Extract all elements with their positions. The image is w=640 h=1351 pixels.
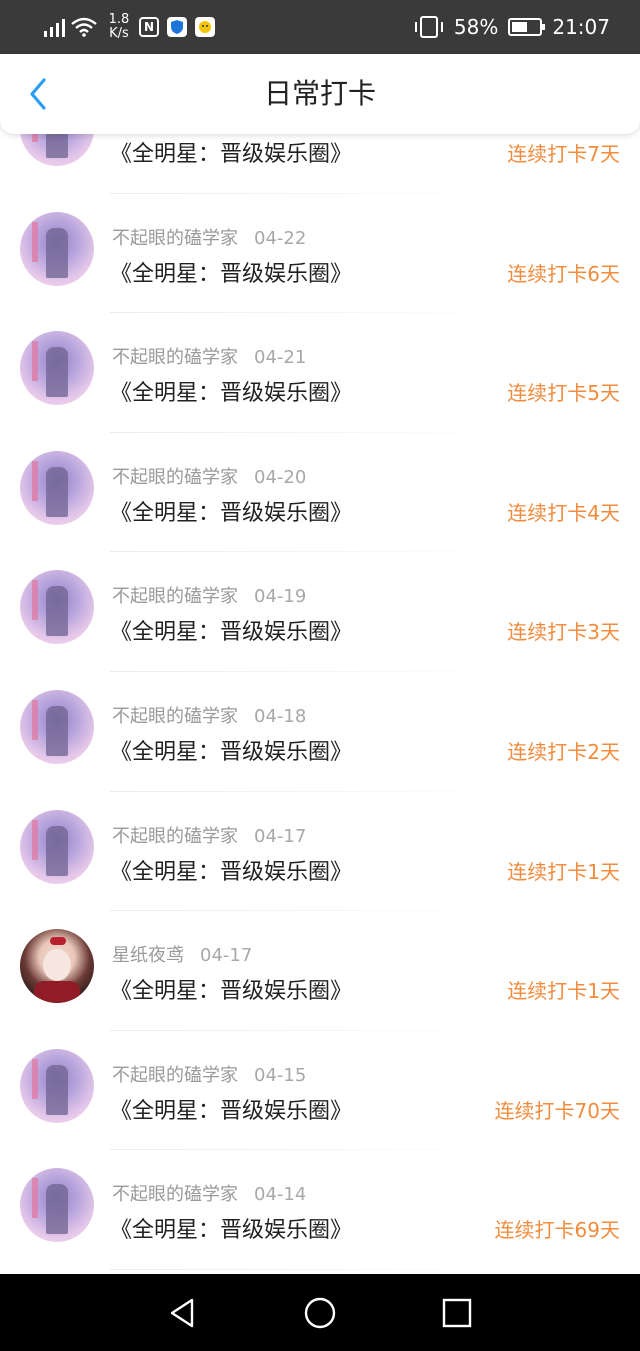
checkin-list[interactable]: 不起眼的磕学家04-23《全明星：晋级娱乐圈》连续打卡7天不起眼的磕学家04-2… xyxy=(0,134,640,1274)
nav-recent-button[interactable] xyxy=(440,1296,474,1330)
battery-percent: 58% xyxy=(453,15,499,39)
back-triangle-icon xyxy=(170,1298,194,1328)
username[interactable]: 不起眼的磕学家 xyxy=(112,586,238,607)
username[interactable]: 不起眼的磕学家 xyxy=(112,826,238,847)
book-title[interactable]: 《全明星：晋级娱乐圈》 xyxy=(110,256,352,288)
streak-label: 连续打卡6天 xyxy=(507,261,620,286)
checkin-item[interactable]: 不起眼的磕学家04-23《全明星：晋级娱乐圈》连续打卡7天 xyxy=(0,134,640,194)
status-bar: 1.8 K/s N 58% 21:07 xyxy=(0,0,640,54)
checkin-meta: 不起眼的磕学家 04-17 xyxy=(112,822,306,848)
nav-home-button[interactable] xyxy=(303,1296,337,1330)
checkin-item[interactable]: 不起眼的磕学家 04-15 《全明星：晋级娱乐圈》 连续打卡70天 xyxy=(0,1031,640,1151)
book-title[interactable]: 《全明星：晋级娱乐圈》 xyxy=(110,1093,352,1125)
checkin-date: 04-15 xyxy=(254,1064,307,1086)
username[interactable]: 不起眼的磕学家 xyxy=(112,1184,238,1205)
checkin-meta: 不起眼的磕学家 04-20 xyxy=(112,463,306,489)
wifi-icon xyxy=(71,17,97,37)
streak-label: 连续打卡2天 xyxy=(507,739,620,764)
checkin-date: 04-17 xyxy=(254,825,307,847)
streak-label: 连续打卡70天 xyxy=(494,1098,620,1123)
checkin-meta: 不起眼的磕学家 04-18 xyxy=(112,702,306,728)
home-circle-icon xyxy=(304,1297,336,1329)
checkin-item[interactable]: 不起眼的磕学家 04-21 《全明星：晋级娱乐圈》 连续打卡5天 xyxy=(0,313,640,433)
username[interactable]: 不起眼的磕学家 xyxy=(112,706,238,727)
signal-icon xyxy=(44,17,65,37)
avatar[interactable] xyxy=(20,134,94,166)
checkin-date: 04-20 xyxy=(254,466,307,488)
divider xyxy=(110,1268,540,1270)
nfc-icon: N xyxy=(139,17,159,37)
vibrate-icon xyxy=(414,16,443,38)
app-header: 日常打卡 xyxy=(0,54,640,134)
checkin-item[interactable]: 不起眼的磕学家 04-18 《全明星：晋级娱乐圈》 连续打卡2天 xyxy=(0,672,640,792)
book-title[interactable]: 《全明星：晋级娱乐圈》 xyxy=(110,854,352,886)
avatar[interactable] xyxy=(20,689,94,764)
username[interactable]: 不起眼的磕学家 xyxy=(112,347,238,368)
streak-label: 连续打卡1天 xyxy=(507,979,620,1004)
net-speed: 1.8 K/s xyxy=(107,13,131,41)
book-title[interactable]: 《全明星：晋级娱乐圈》 xyxy=(110,375,352,407)
username[interactable]: 不起眼的磕学家 xyxy=(112,467,238,488)
avatar[interactable] xyxy=(20,211,94,286)
nav-back-button[interactable] xyxy=(166,1296,200,1330)
checkin-meta: 不起眼的磕学家 04-21 xyxy=(112,343,306,369)
battery-fill xyxy=(512,22,528,32)
avatar[interactable] xyxy=(20,1048,94,1123)
avatar[interactable] xyxy=(20,331,94,406)
streak-label: 连续打卡7天 xyxy=(507,142,620,166)
page-title: 日常打卡 xyxy=(263,77,376,110)
avatar[interactable] xyxy=(20,929,94,1004)
net-speed-value: 1.8 xyxy=(108,12,130,27)
status-right-group: 58% 21:07 xyxy=(414,0,610,54)
checkin-item[interactable]: 不起眼的磕学家 04-19 《全明星：晋级娱乐圈》 连续打卡3天 xyxy=(0,552,640,672)
checkin-meta: 不起眼的磕学家 04-19 xyxy=(112,582,306,608)
checkin-meta: 不起眼的磕学家 04-14 xyxy=(112,1180,306,1206)
clock: 21:07 xyxy=(552,15,610,39)
book-title[interactable]: 《全明星：晋级娱乐圈》 xyxy=(110,973,352,1005)
avatar[interactable] xyxy=(20,570,94,645)
status-left-group: 1.8 K/s N xyxy=(44,0,223,54)
book-title[interactable]: 《全明星：晋级娱乐圈》 xyxy=(110,614,352,646)
checkin-item[interactable]: 不起眼的磕学家 04-14 《全明星：晋级娱乐圈》 连续打卡69天 xyxy=(0,1150,640,1270)
shield-app-icon xyxy=(167,17,187,37)
checkin-date: 04-22 xyxy=(254,227,307,249)
checkin-item[interactable]: 不起眼的磕学家 04-22 《全明星：晋级娱乐圈》 连续打卡6天 xyxy=(0,194,640,314)
book-title[interactable]: 《全明星：晋级娱乐圈》 xyxy=(110,136,352,168)
recent-square-icon xyxy=(442,1298,472,1328)
avatar[interactable] xyxy=(20,450,94,525)
streak-label: 连续打卡4天 xyxy=(507,500,620,525)
net-speed-unit: K/s xyxy=(109,26,129,41)
book-title[interactable]: 《全明星：晋级娱乐圈》 xyxy=(110,1212,352,1244)
streak-label: 连续打卡69天 xyxy=(494,1218,620,1243)
streak-label: 连续打卡5天 xyxy=(507,381,620,406)
checkin-date: 04-19 xyxy=(254,586,307,608)
username[interactable]: 不起眼的磕学家 xyxy=(112,1065,238,1086)
checkin-item[interactable]: 不起眼的磕学家 04-20 《全明星：晋级娱乐圈》 连续打卡4天 xyxy=(0,433,640,553)
avatar[interactable] xyxy=(20,1168,94,1243)
checkin-date: 04-18 xyxy=(254,705,307,727)
streak-label: 连续打卡3天 xyxy=(507,620,620,645)
username[interactable]: 星纸夜鸢 xyxy=(112,945,184,966)
checkin-item[interactable]: 不起眼的磕学家 04-17 《全明星：晋级娱乐圈》 连续打卡1天 xyxy=(0,792,640,912)
checkin-date: 04-14 xyxy=(254,1184,307,1206)
system-nav-bar xyxy=(0,1274,640,1351)
checkin-meta: 不起眼的磕学家 04-22 xyxy=(112,224,306,250)
book-title[interactable]: 《全明星：晋级娱乐圈》 xyxy=(110,495,352,527)
chat-app-icon xyxy=(195,17,215,37)
battery-icon xyxy=(508,18,546,36)
username[interactable]: 不起眼的磕学家 xyxy=(112,228,238,249)
checkin-meta: 不起眼的磕学家 04-15 xyxy=(112,1061,306,1087)
checkin-list-content: 不起眼的磕学家04-23《全明星：晋级娱乐圈》连续打卡7天不起眼的磕学家04-2… xyxy=(0,134,640,1270)
checkin-date: 04-17 xyxy=(200,945,253,967)
checkin-meta: 星纸夜鸢 04-17 xyxy=(112,941,252,967)
checkin-item[interactable]: 星纸夜鸢 04-17 《全明星：晋级娱乐圈》 连续打卡1天 xyxy=(0,911,640,1031)
checkin-date: 04-21 xyxy=(254,347,307,369)
avatar[interactable] xyxy=(20,809,94,884)
streak-label: 连续打卡1天 xyxy=(507,859,620,884)
book-title[interactable]: 《全明星：晋级娱乐圈》 xyxy=(110,734,352,766)
